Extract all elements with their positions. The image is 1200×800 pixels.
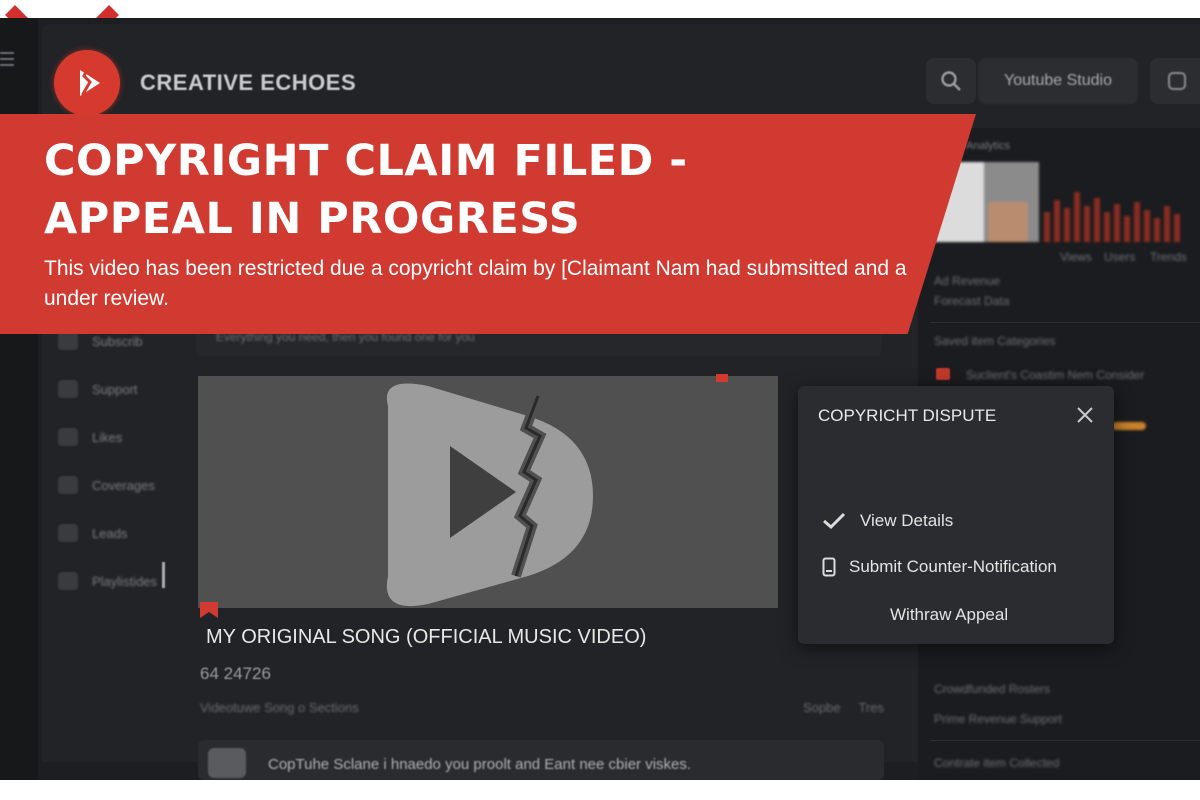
- view-details-option[interactable]: View Details: [822, 506, 982, 536]
- grid-icon: [58, 476, 78, 494]
- divider: [930, 322, 1200, 323]
- comment-box[interactable]: CopTuhe Sclane i hnaedo you proolt and E…: [198, 740, 884, 780]
- panel-line: Saved item Categories: [934, 334, 1056, 348]
- chart-label: Users: [1104, 250, 1136, 264]
- banner-title-line2: APPEAL IN PROGRESS: [44, 194, 581, 244]
- video-title: MY ORIGINAL SONG (OFFICIAL MUSIC VIDEO): [206, 626, 647, 648]
- bottom-margin: [0, 780, 1200, 800]
- play-icon: [80, 63, 100, 103]
- flag-icon: [200, 602, 218, 618]
- progress-indicator: [1112, 422, 1146, 430]
- panel-line: Ad Revenue: [934, 274, 1001, 288]
- check-icon: [823, 512, 846, 530]
- sidebar-item-label: Subscrib: [92, 334, 143, 349]
- analytics-thumb-chart: [934, 162, 1180, 242]
- sidebar-item-label: Likes: [92, 430, 123, 445]
- phone-icon: [822, 557, 836, 577]
- dialog-title: COPYRICHT DISPUTE: [818, 406, 997, 425]
- divider: [930, 740, 1200, 741]
- sidebar-item-leads[interactable]: Leads: [58, 522, 168, 546]
- close-icon[interactable]: [1074, 404, 1096, 426]
- card-icon: [58, 524, 78, 542]
- chart-label: Trends: [1150, 250, 1187, 264]
- option-label: Submit Counter-Notification: [849, 557, 1057, 576]
- inbox-icon: [58, 332, 78, 350]
- account-button[interactable]: [1150, 58, 1200, 104]
- panel-line: Suclient's Coastim Nem Consider: [966, 368, 1145, 382]
- panel-line: Crowdfunded Rosters: [934, 682, 1051, 696]
- chart-label: Views: [1060, 250, 1092, 264]
- sidebar-item-playlists[interactable]: Playlistides: [58, 570, 168, 594]
- chat-icon: [58, 428, 78, 446]
- option-label: View Details: [860, 511, 954, 530]
- account-icon: [1168, 72, 1186, 90]
- alert-icon: [936, 368, 950, 380]
- home-icon: [58, 380, 78, 398]
- meta-right: Sopbe Tres: [803, 700, 884, 715]
- banner-subtitle: This video has been restricted due a cop…: [44, 257, 907, 310]
- meta-right-1: Sopbe: [803, 700, 841, 715]
- sidebar-item-likes[interactable]: Likes: [58, 426, 168, 450]
- meta-left: Videotuwe Song o Sections: [200, 700, 359, 715]
- view-count: 64 24726: [200, 664, 271, 683]
- channel-name: CREATIVE ECHOES: [140, 70, 357, 95]
- menu-icon[interactable]: [0, 52, 14, 70]
- withdraw-appeal-option[interactable]: Withraw Appeal: [888, 600, 1038, 630]
- video-meta-row: Videotuwe Song o Sections Sopbe Tres: [200, 700, 884, 720]
- comment-text: CopTuhe Sclane i hnaedo you proolt and E…: [268, 756, 692, 773]
- studio-button[interactable]: Youtube Studio: [978, 58, 1138, 104]
- search-button[interactable]: [926, 58, 976, 104]
- banner-title: COPYRIGHT CLAIM FILED - APPEAL IN PROGRE…: [44, 132, 824, 248]
- sidebar-item-coverages[interactable]: Coverages: [58, 474, 168, 498]
- status-marker: [716, 374, 728, 382]
- play-icon: [58, 572, 78, 590]
- option-label: Withraw Appeal: [890, 605, 1009, 624]
- banner-title-line1: COPYRIGHT CLAIM FILED -: [44, 136, 688, 186]
- video-player[interactable]: [198, 376, 778, 608]
- analytics-heading: Analytics: [966, 140, 1011, 152]
- sidebar-active-indicator: [162, 562, 165, 588]
- sidebar-item-label: Leads: [92, 526, 128, 541]
- channel-logo[interactable]: [54, 50, 120, 116]
- sidebar-item-label: Coverages: [92, 478, 155, 493]
- submit-counter-notification-option[interactable]: Submit Counter-Notification: [822, 552, 1092, 582]
- sidebar-item-label: Playlistides: [92, 574, 158, 589]
- video-thumb-icon: [208, 748, 246, 778]
- sidebar-item-label: Support: [92, 382, 138, 397]
- sidebar-item-support[interactable]: Support: [58, 378, 168, 402]
- panel-line: Prime Revenue Support: [934, 712, 1063, 726]
- broken-play-icon: [386, 383, 593, 607]
- search-icon: [941, 71, 961, 91]
- meta-right-2: Tres: [858, 700, 884, 715]
- panel-line: Forecast Data: [934, 294, 1010, 308]
- panel-line: Contrate item Collected: [934, 756, 1060, 770]
